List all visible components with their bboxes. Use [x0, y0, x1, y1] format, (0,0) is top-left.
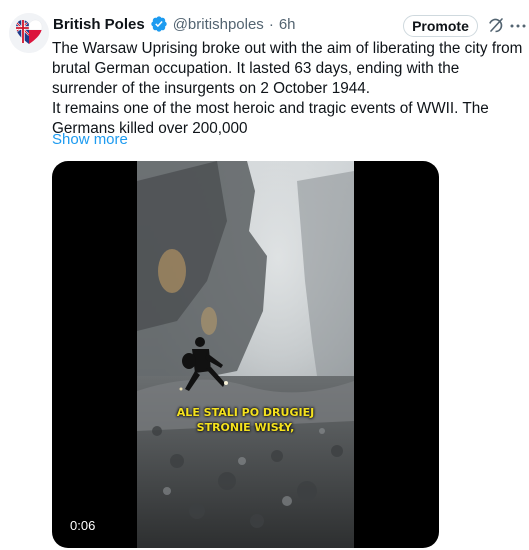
- show-more-link[interactable]: Show more: [52, 130, 128, 150]
- video-caption: ALE STALI PO DRUGIEJ STRONIE WISŁY,: [137, 405, 354, 435]
- video-scene-image: [137, 161, 354, 548]
- caption-line-2: STRONIE WISŁY,: [196, 421, 295, 434]
- caption-line-1: ALE STALI PO DRUGIEJ: [176, 406, 315, 419]
- more-horizontal-icon[interactable]: [509, 18, 527, 32]
- author-handle[interactable]: @britishpoles: [173, 16, 264, 33]
- separator-dot: ·: [268, 15, 274, 33]
- tweet-time[interactable]: 6h: [279, 16, 296, 33]
- grok-icon[interactable]: [487, 16, 505, 34]
- tweet-paragraph-1: The Warsaw Uprising broke out with the a…: [52, 40, 523, 97]
- tweet-header: British Poles @britishpoles · 6h: [53, 13, 296, 35]
- author-display-name[interactable]: British Poles: [53, 16, 145, 33]
- video-player[interactable]: ALE STALI PO DRUGIEJ STRONIE WISŁY, 0:06: [52, 161, 439, 548]
- avatar[interactable]: [9, 13, 49, 53]
- promote-button[interactable]: Promote: [403, 15, 478, 37]
- video-frame: ALE STALI PO DRUGIEJ STRONIE WISŁY,: [137, 161, 354, 548]
- video-timestamp: 0:06: [70, 518, 96, 533]
- avatar-image: [9, 13, 49, 53]
- verified-badge-icon[interactable]: [150, 15, 168, 33]
- tweet-text: The Warsaw Uprising broke out with the a…: [52, 39, 524, 139]
